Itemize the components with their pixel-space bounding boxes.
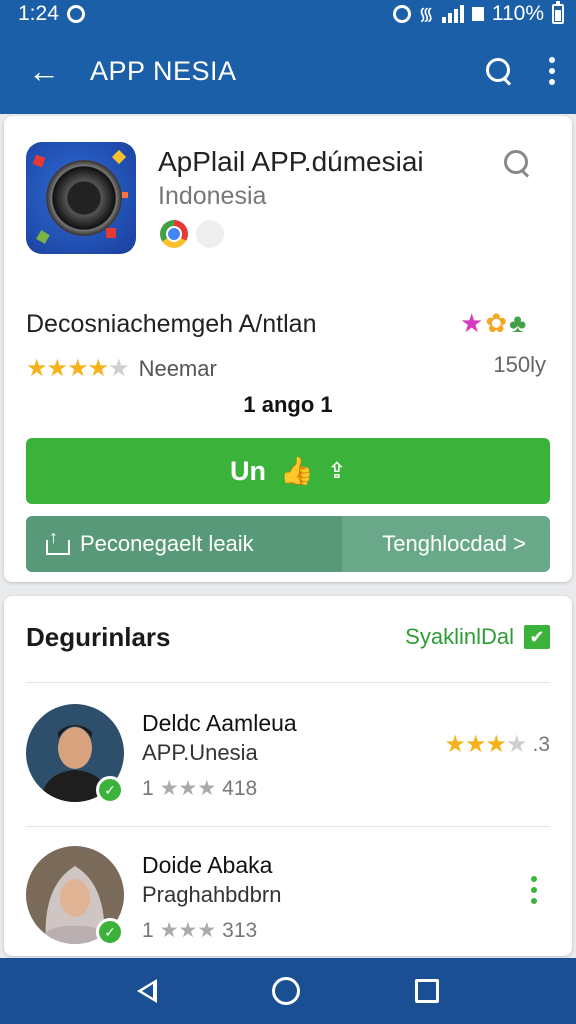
review-more-icon[interactable] (530, 876, 538, 904)
check-icon: ✔ (524, 625, 550, 649)
review-rating-value: .3 (532, 732, 550, 756)
alarm-icon (392, 5, 411, 23)
secondary-link-label: Tenghlocdad > (382, 531, 526, 556)
placeholder-badge-icon (196, 220, 224, 248)
review-meta-value: 418 (222, 776, 258, 800)
speaker-graphic (46, 160, 122, 236)
nav-home-icon[interactable] (271, 977, 300, 1005)
reviews-link-label: SyaklinlDal (405, 624, 514, 649)
review-author: Deldc Aamleua (142, 710, 297, 736)
sync-icon (66, 5, 85, 23)
details-title: Decosniachemgeh A/ntlan (26, 310, 317, 338)
app-details-card: ApPlail APP.dúmesiai Indonesia Decosniac… (4, 116, 572, 582)
rating-label: Neemar (138, 355, 217, 381)
divider (26, 682, 550, 683)
chrome-badge-icon (160, 220, 188, 248)
thumbs-up-icon: 👍 (279, 456, 314, 486)
center-caption: 1 ango 1 (243, 392, 333, 417)
divider (26, 826, 550, 827)
share-button[interactable]: Peconegaelt leaik (26, 516, 342, 572)
wifi-icon: ᯾ (418, 4, 434, 24)
review-meta: 1 ★★★ 418 (142, 776, 257, 801)
review-item[interactable]: ✓ Deldc Aamleua APP.Unesia 1 ★★★ 418 ★★★… (26, 704, 550, 814)
signal-icon (441, 5, 464, 23)
rating-stars-icon: ★★★★★ (26, 355, 130, 382)
review-stars-icon: ★★★★ (444, 731, 527, 758)
install-button[interactable]: Un 👍 ⇪ (26, 438, 550, 504)
app-bar-title: APP NESIA (90, 55, 237, 86)
status-bar: 1:24 ᯾ 110% (0, 0, 576, 28)
review-subtitle: Praghahbdbrn (142, 882, 282, 907)
review-meta-prefix: 1 (142, 918, 154, 942)
share-bar: Peconegaelt leaik Tenghlocdad > (26, 516, 550, 572)
meta-stars-icon: ★★★ (159, 919, 217, 942)
verified-badge-icon: ✓ (96, 918, 124, 946)
card-search-icon[interactable] (502, 148, 532, 178)
reviews-link[interactable]: SyaklinlDal ✔ (405, 624, 550, 650)
review-meta: 1 ★★★ 313 (142, 918, 257, 943)
review-author: Doide Abaka (142, 852, 273, 878)
sticker-icons: ★ ✿ ♣ (460, 308, 527, 338)
more-vert-icon[interactable] (548, 57, 556, 85)
review-item[interactable]: ✓ Doide Abaka Praghahbdbrn 1 ★★★ 313 (26, 846, 550, 956)
system-nav-bar (0, 958, 576, 1024)
share-icon (46, 527, 70, 555)
app-icon[interactable] (26, 142, 136, 254)
verified-badge-icon: ✓ (96, 776, 124, 804)
share-up-icon: ⇪ (327, 458, 347, 483)
meta-stars-icon: ★★★ (159, 777, 217, 800)
battery-icon (552, 1, 564, 24)
status-time: 1:24 (18, 2, 59, 25)
rating-count: 150ly (493, 352, 546, 377)
battery-percent: 110% (491, 2, 544, 25)
back-arrow-icon[interactable]: ← (24, 51, 64, 91)
app-developer[interactable]: Indonesia (158, 182, 266, 211)
share-label: Peconegaelt leaik (80, 531, 254, 556)
secondary-link-button[interactable]: Tenghlocdad > (342, 516, 550, 572)
battery-saver-icon (471, 7, 484, 21)
install-label: Un (229, 455, 266, 486)
nav-recents-icon[interactable] (414, 979, 439, 1003)
search-icon[interactable] (484, 56, 514, 86)
review-rating: ★★★★ .3 (444, 730, 550, 759)
reviews-title: Degurinlars (26, 622, 171, 652)
review-meta-value: 313 (222, 918, 258, 942)
app-bar: ← APP NESIA (0, 28, 576, 114)
review-meta-prefix: 1 (142, 776, 154, 800)
app-name: ApPlail APP.dúmesiai (158, 146, 424, 177)
review-subtitle: APP.Unesia (142, 740, 258, 765)
nav-back-icon[interactable] (137, 979, 158, 1003)
reviews-card: Degurinlars SyaklinlDal ✔ ✓ Deldc Aamleu… (4, 596, 572, 956)
rating-row: ★★★★★ Neemar (26, 354, 217, 383)
